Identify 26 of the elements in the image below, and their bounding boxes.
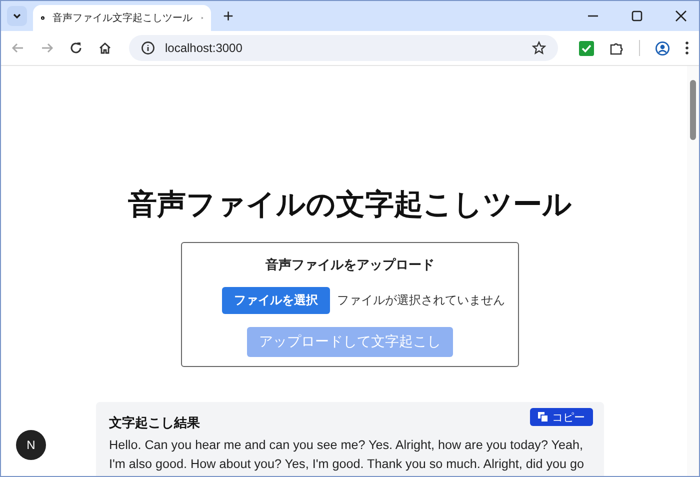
checkbox-extension-icon[interactable] xyxy=(579,40,594,56)
copy-icon xyxy=(538,412,548,422)
home-icon[interactable] xyxy=(98,41,112,55)
dev-indicator-button[interactable]: N xyxy=(16,430,46,460)
address-bar[interactable]: localhost:3000 xyxy=(129,35,558,61)
new-tab-button[interactable]: + xyxy=(217,6,240,26)
profile-icon[interactable] xyxy=(655,40,670,56)
maximize-icon[interactable] xyxy=(631,10,643,22)
file-status-text: ファイルが選択されていません xyxy=(337,292,505,309)
page-title: 音声ファイルの文字起こしツール xyxy=(128,186,572,222)
tab-title: 音声ファイル文字起こしツール xyxy=(52,12,192,25)
star-icon[interactable] xyxy=(532,41,546,55)
reload-icon[interactable] xyxy=(69,41,83,55)
url-text: localhost:3000 xyxy=(165,41,242,55)
upload-heading: 音声ファイルをアップロード xyxy=(266,256,434,274)
tab-search-button[interactable] xyxy=(7,6,27,26)
result-heading: 文字起こし結果 xyxy=(109,414,200,432)
choose-file-button[interactable]: ファイルを選択 xyxy=(222,287,330,314)
transcription-text: Hello. Can you hear me and can you see me? Yes. Alright, how are you today? Yeah, I'm also good. How about you? Yes, I'm good. Thank you so much. Alright, did you go xyxy=(109,437,586,473)
info-icon[interactable] xyxy=(141,41,155,55)
menu-icon[interactable] xyxy=(685,41,689,55)
chevron-down-icon xyxy=(12,11,22,21)
copy-button[interactable]: コピー xyxy=(530,408,593,426)
browser-tab[interactable]: 音声ファイル文字起こしツール xyxy=(33,5,211,31)
scrollbar-drawing[interactable] xyxy=(687,66,699,476)
puzzle-piece-icon[interactable] xyxy=(609,40,624,56)
